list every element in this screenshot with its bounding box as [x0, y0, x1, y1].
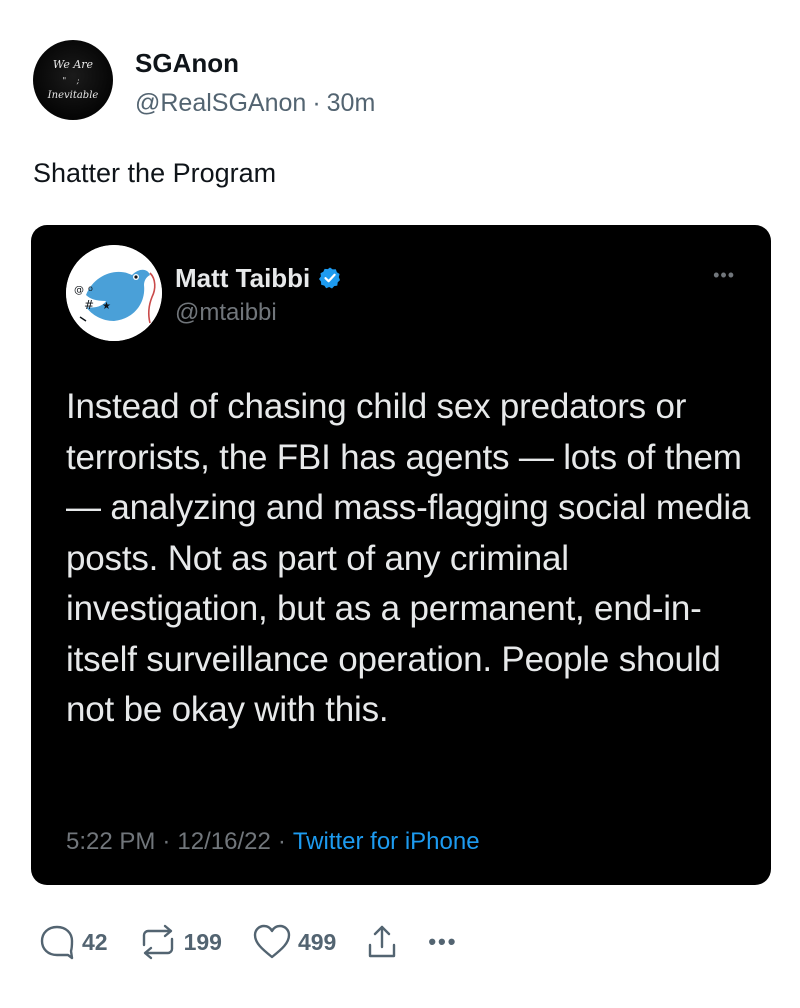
- svg-text:o: o: [88, 284, 93, 293]
- reply-count: 42: [82, 928, 108, 955]
- like-button[interactable]: 499: [252, 923, 336, 961]
- embedded-name-row: Matt Taibbi: [175, 263, 342, 293]
- bird-icon: @ o # ★: [66, 245, 162, 341]
- meta-separator: ·: [312, 89, 321, 117]
- embedded-tweet-footer: 5:22 PM · 12/16/22 · Twitter for iPhone: [66, 827, 480, 857]
- embedded-handle[interactable]: @mtaibbi: [175, 299, 277, 327]
- embedded-tweet-body: Instead of chasing child sex predators o…: [66, 387, 751, 729]
- embedded-date[interactable]: 12/16/22: [177, 828, 270, 855]
- embedded-avatar[interactable]: @ o # ★: [66, 245, 162, 341]
- share-icon: [369, 925, 396, 958]
- share-button[interactable]: [366, 923, 398, 961]
- action-bar: 42 199 499 •••: [38, 922, 487, 962]
- svg-text:★: ★: [102, 301, 111, 312]
- author-info: SGAnon @RealSGAnon · 30m: [135, 48, 375, 118]
- avatar[interactable]: We Are " ; Inevitable: [33, 40, 113, 120]
- more-horizontal-icon[interactable]: •••: [713, 265, 735, 286]
- avatar-text-bottom: Inevitable: [47, 90, 99, 101]
- more-icon[interactable]: •••: [428, 929, 457, 955]
- footer-separator-2: ·: [277, 828, 286, 855]
- like-icon: [253, 924, 291, 959]
- repost-icon: [142, 924, 173, 960]
- author-handle[interactable]: @RealSGAnon: [135, 89, 306, 117]
- repost-button[interactable]: 199: [138, 923, 222, 961]
- post-text: Shatter the Program: [33, 158, 277, 188]
- embedded-time[interactable]: 5:22 PM: [66, 828, 155, 855]
- footer-separator-1: ·: [162, 828, 171, 855]
- avatar-decoration: " ;: [62, 76, 84, 85]
- avatar-text-top: We Are: [52, 58, 94, 71]
- post-time[interactable]: 30m: [327, 89, 376, 117]
- author-name[interactable]: SGAnon: [135, 48, 375, 78]
- like-count: 499: [297, 928, 337, 955]
- reply-icon: [40, 925, 74, 960]
- embedded-source[interactable]: Twitter for iPhone: [293, 828, 480, 855]
- repost-count: 199: [183, 928, 222, 955]
- verified-badge-icon: [319, 267, 341, 289]
- svg-text:#: #: [84, 298, 94, 312]
- post-header: We Are " ; Inevitable SGAnon @RealSGAnon…: [33, 40, 375, 120]
- author-meta: @RealSGAnon · 30m: [135, 88, 375, 118]
- svg-text:@: @: [74, 285, 84, 296]
- embedded-tweet-card[interactable]: @ o # ★ Matt Taibbi @mtaibbi ••• Instead…: [31, 225, 771, 885]
- embedded-author-name[interactable]: Matt Taibbi: [175, 263, 310, 293]
- reply-button[interactable]: 42: [38, 923, 108, 961]
